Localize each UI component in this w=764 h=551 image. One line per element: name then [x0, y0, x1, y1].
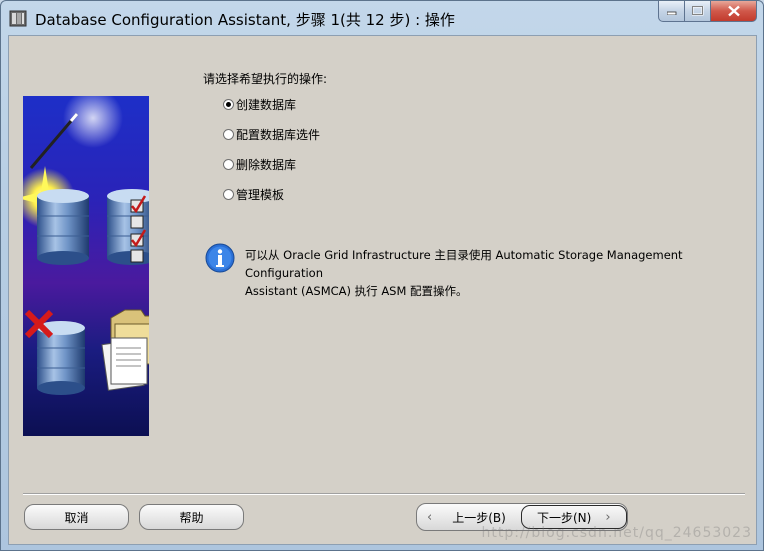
wizard-artwork [23, 96, 149, 436]
maximize-button[interactable] [685, 1, 711, 22]
title-bar[interactable]: Database Configuration Assistant, 步骤 1(共… [1, 1, 763, 35]
radio-configure-options[interactable]: 配置数据库选件 [223, 126, 320, 142]
close-icon [727, 5, 740, 17]
radio-button[interactable] [223, 188, 234, 200]
database-app-icon [9, 10, 27, 27]
radio-label: 删除数据库 [236, 157, 297, 172]
dbca-window: Database Configuration Assistant, 步骤 1(共… [0, 0, 764, 551]
help-label: 帮助 [179, 510, 204, 525]
radio-create-database[interactable]: 创建数据库 [223, 96, 296, 112]
radio-button[interactable] [223, 98, 234, 110]
radio-label: 管理模板 [236, 187, 285, 202]
minimize-button[interactable] [658, 1, 685, 22]
info-line-2: Assistant (ASMCA) 执行 ASM 配置操作。 [245, 284, 468, 298]
radio-button[interactable] [223, 128, 234, 140]
caption-buttons [658, 1, 757, 23]
radio-label: 创建数据库 [236, 97, 297, 112]
info-icon [205, 243, 235, 273]
help-button[interactable]: 帮助 [139, 504, 244, 530]
radio-manage-templates[interactable]: 管理模板 [223, 186, 284, 202]
maximize-icon [691, 6, 703, 16]
next-label: 下一步(N) [537, 510, 592, 525]
client-area: 请选择希望执行的操作: 创建数据库 配置数据库选件 删除数据库 管理模板 可以从… [8, 35, 757, 545]
asmca-info-message: 可以从 Oracle Grid Infrastructure 主目录使用 Aut… [245, 246, 745, 300]
back-label: 上一步(B) [452, 510, 506, 525]
radio-label: 配置数据库选件 [236, 127, 321, 142]
database-illustration-icon [23, 96, 149, 395]
chevron-right-icon: › [605, 509, 611, 525]
window-title: Database Configuration Assistant, 步骤 1(共… [35, 11, 455, 29]
footer-divider [23, 493, 745, 495]
info-line-1: 可以从 Oracle Grid Infrastructure 主目录使用 Aut… [245, 248, 683, 280]
operation-prompt: 请选择希望执行的操作: [203, 72, 328, 86]
minimize-icon [666, 11, 676, 15]
chevron-left-icon: ‹ [427, 509, 433, 525]
cancel-label: 取消 [64, 510, 89, 525]
radio-button[interactable] [223, 158, 234, 170]
watermark: http://blog.csdn.net/qq_24653023 [481, 525, 752, 541]
radio-delete-database[interactable]: 删除数据库 [223, 156, 296, 172]
close-button[interactable] [711, 1, 757, 22]
cancel-button[interactable]: 取消 [24, 504, 129, 530]
